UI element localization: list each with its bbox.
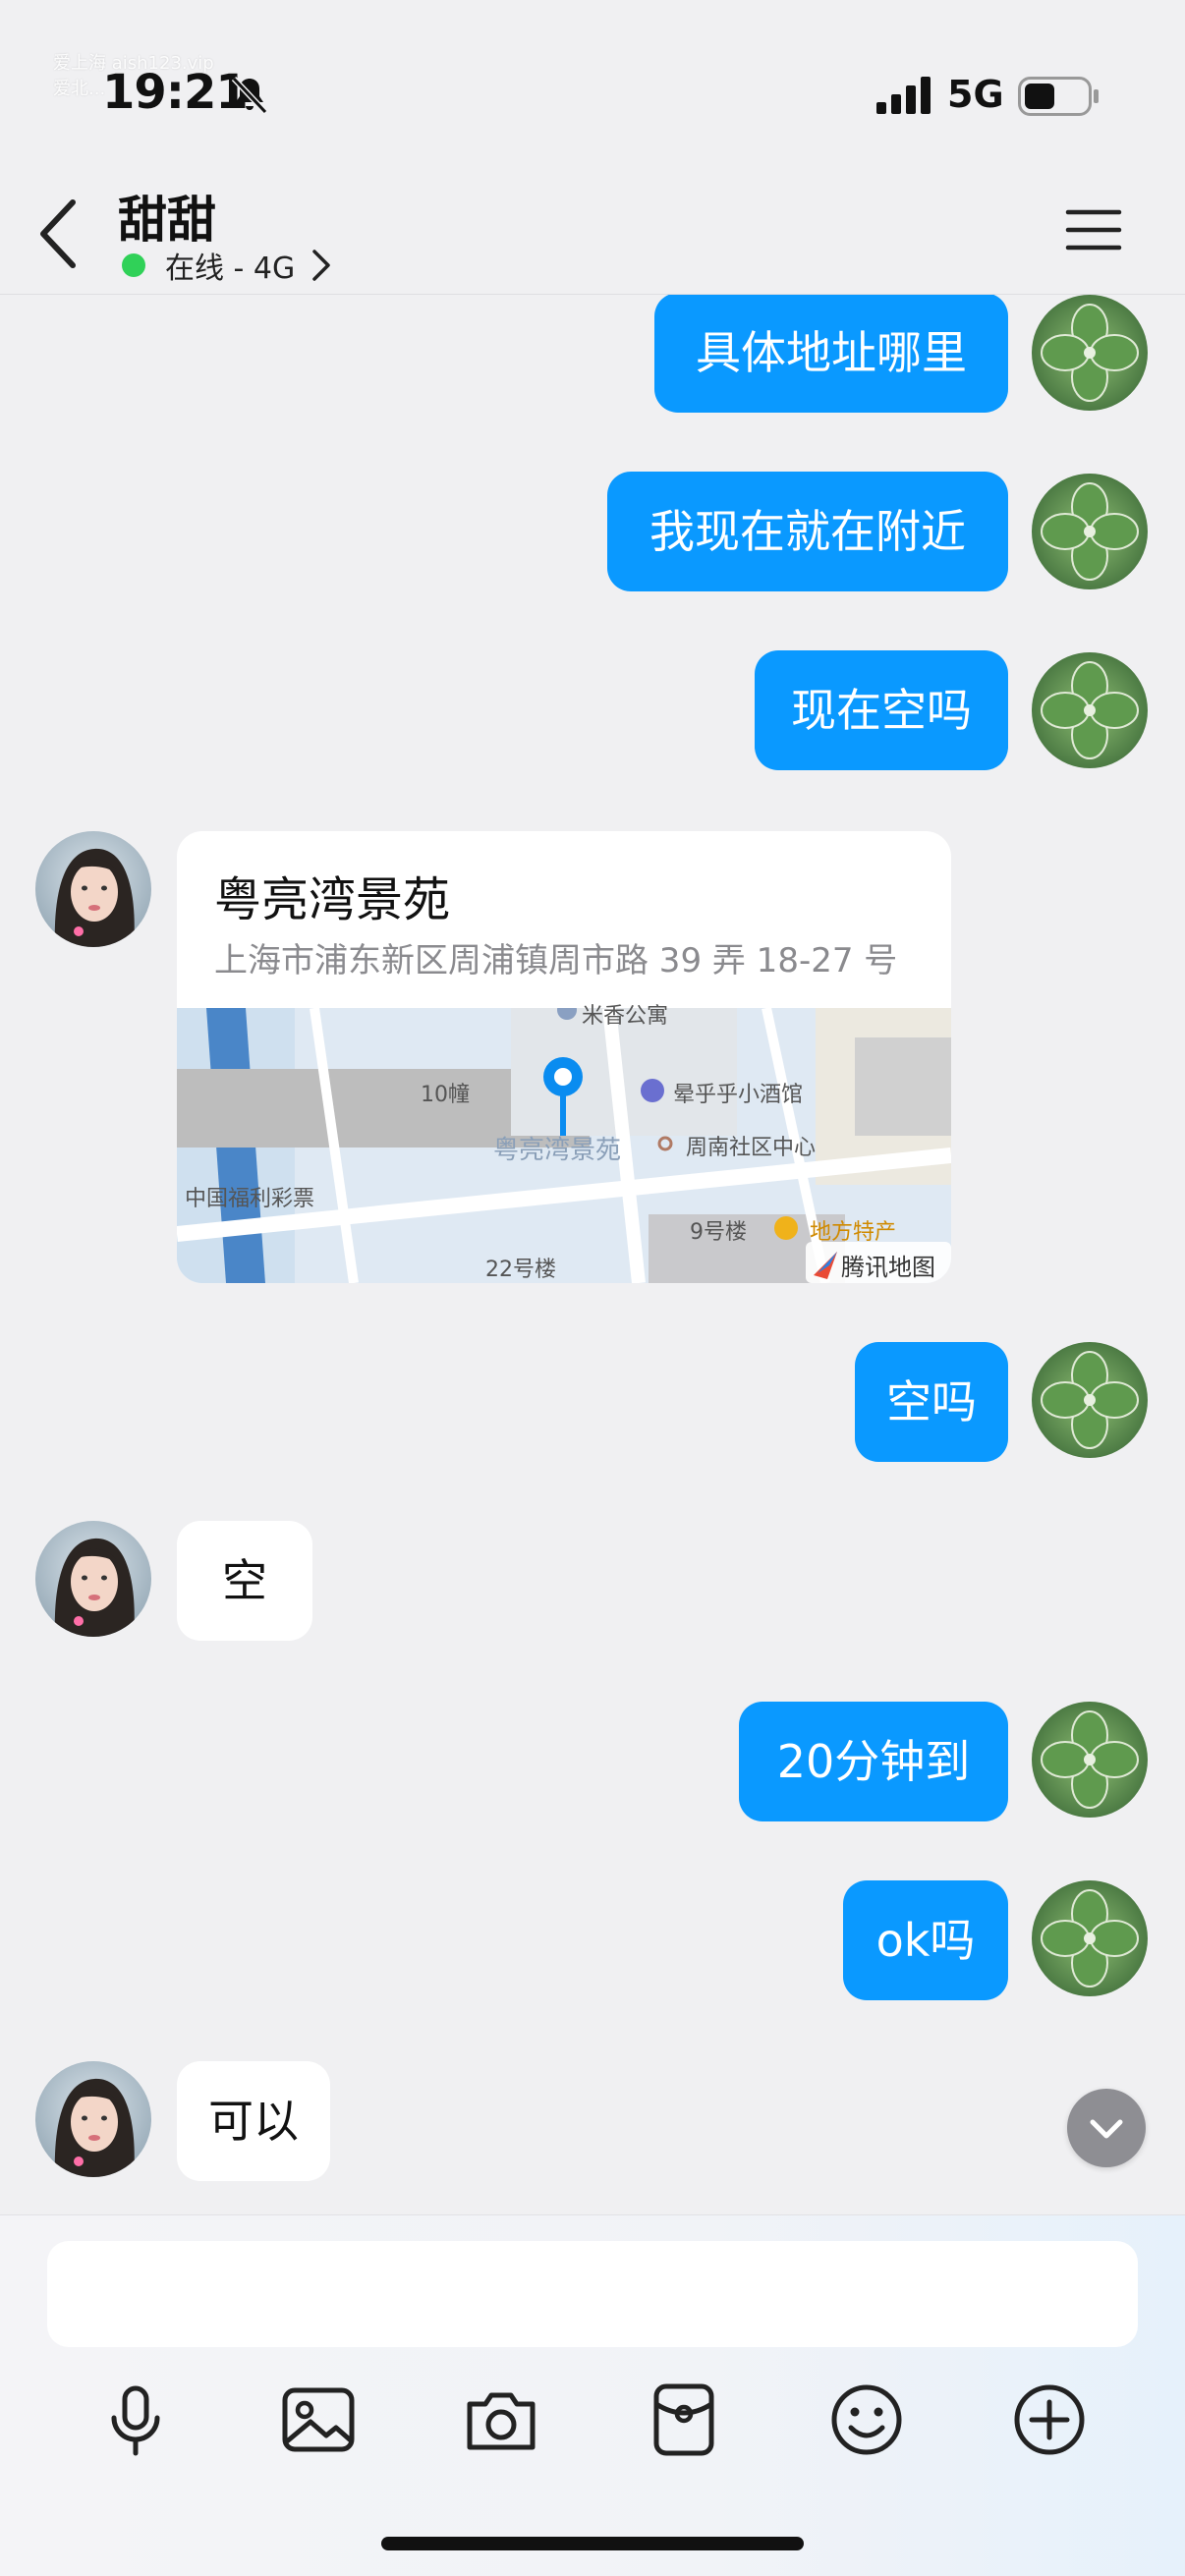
chat-header-foreground: 甜甜 在线 - 4G bbox=[0, 157, 1185, 295]
menu-icon[interactable] bbox=[1065, 206, 1122, 253]
chevron-right-icon bbox=[312, 250, 330, 281]
my-avatar[interactable] bbox=[1032, 1702, 1148, 1818]
status-time: 19:21 bbox=[102, 65, 249, 120]
my-avatar[interactable] bbox=[1032, 652, 1148, 768]
contact-name[interactable]: 甜甜 bbox=[118, 181, 216, 252]
network-type: 5G bbox=[947, 73, 1004, 116]
location-address: 上海市浦东新区周浦镇周市路 39 弄 18-27 号 bbox=[214, 941, 898, 980]
location-map[interactable]: 米香公寓 10幢 粤亮湾景苑 晕乎乎小酒馆 周南社区中心 中国福利彩票 9号楼 … bbox=[177, 1004, 951, 1283]
message-bubble-incoming[interactable]: 可以 bbox=[177, 2061, 330, 2181]
message-bubble-outgoing[interactable]: 现在空吗 bbox=[755, 650, 1008, 770]
chat-screen: 爱上海 aish123.vip 爱北... 19:21 5G 甜甜 bbox=[0, 0, 1185, 2576]
map-label-specialty: 地方特产 bbox=[810, 1220, 897, 1245]
message-input[interactable] bbox=[47, 2241, 1138, 2347]
message-bubble-outgoing[interactable]: ok吗 bbox=[843, 1880, 1008, 2000]
home-indicator[interactable] bbox=[381, 2537, 804, 2550]
map-provider-label: 腾讯地图 bbox=[841, 1254, 935, 1281]
map-label-bar: 晕乎乎小酒馆 bbox=[673, 1083, 804, 1107]
back-icon[interactable] bbox=[29, 195, 88, 273]
scroll-to-bottom-button[interactable] bbox=[1067, 2089, 1146, 2167]
my-avatar[interactable] bbox=[1032, 1880, 1148, 1996]
map-label-building10: 10幢 bbox=[421, 1083, 470, 1107]
presence-status[interactable]: 在线 - 4G bbox=[122, 244, 334, 287]
message-bubble-outgoing[interactable]: 具体地址哪里 bbox=[654, 293, 1008, 413]
message-bubble-outgoing[interactable]: 20分钟到 bbox=[739, 1702, 1008, 1821]
red-packet-icon[interactable] bbox=[643, 2379, 725, 2461]
contact-avatar[interactable] bbox=[35, 1521, 151, 1637]
map-label-top: 米香公寓 bbox=[582, 1004, 669, 1029]
contact-avatar[interactable] bbox=[35, 831, 151, 947]
location-title: 粤亮湾景苑 bbox=[214, 872, 451, 927]
location-card[interactable]: 粤亮湾景苑 上海市浦东新区周浦镇周市路 39 弄 18-27 号 米香公寓 10… bbox=[177, 831, 951, 1283]
signal-icon bbox=[876, 77, 931, 114]
map-label-pin: 粤亮湾景苑 bbox=[493, 1136, 622, 1165]
status-bar: 爱上海 aish123.vip 爱北... 19:21 5G bbox=[0, 0, 1185, 157]
image-icon[interactable] bbox=[277, 2379, 360, 2461]
message-bubble-outgoing[interactable]: 空吗 bbox=[855, 1342, 1008, 1462]
composer bbox=[0, 2214, 1185, 2576]
camera-icon[interactable] bbox=[460, 2379, 542, 2461]
battery-icon bbox=[1018, 77, 1099, 116]
message-bubble-incoming[interactable]: 空 bbox=[177, 1521, 312, 1641]
microphone-icon[interactable] bbox=[94, 2379, 177, 2461]
online-dot bbox=[122, 253, 145, 277]
emoji-icon[interactable] bbox=[825, 2379, 908, 2461]
my-avatar[interactable] bbox=[1032, 1342, 1148, 1458]
my-avatar[interactable] bbox=[1032, 474, 1148, 589]
bell-muted-icon bbox=[231, 76, 268, 115]
my-avatar[interactable] bbox=[1032, 295, 1148, 411]
map-label-community: 周南社区中心 bbox=[686, 1136, 817, 1160]
map-label-building22: 22号楼 bbox=[485, 1258, 556, 1282]
plus-icon[interactable] bbox=[1008, 2379, 1091, 2461]
map-label-building9: 9号楼 bbox=[690, 1220, 747, 1245]
map-label-lottery: 中国福利彩票 bbox=[185, 1187, 315, 1211]
chevron-down-icon bbox=[1090, 2119, 1123, 2139]
message-bubble-outgoing[interactable]: 我现在就在附近 bbox=[607, 472, 1008, 591]
contact-avatar[interactable] bbox=[35, 2061, 151, 2177]
presence-text: 在线 - 4G bbox=[165, 252, 296, 286]
